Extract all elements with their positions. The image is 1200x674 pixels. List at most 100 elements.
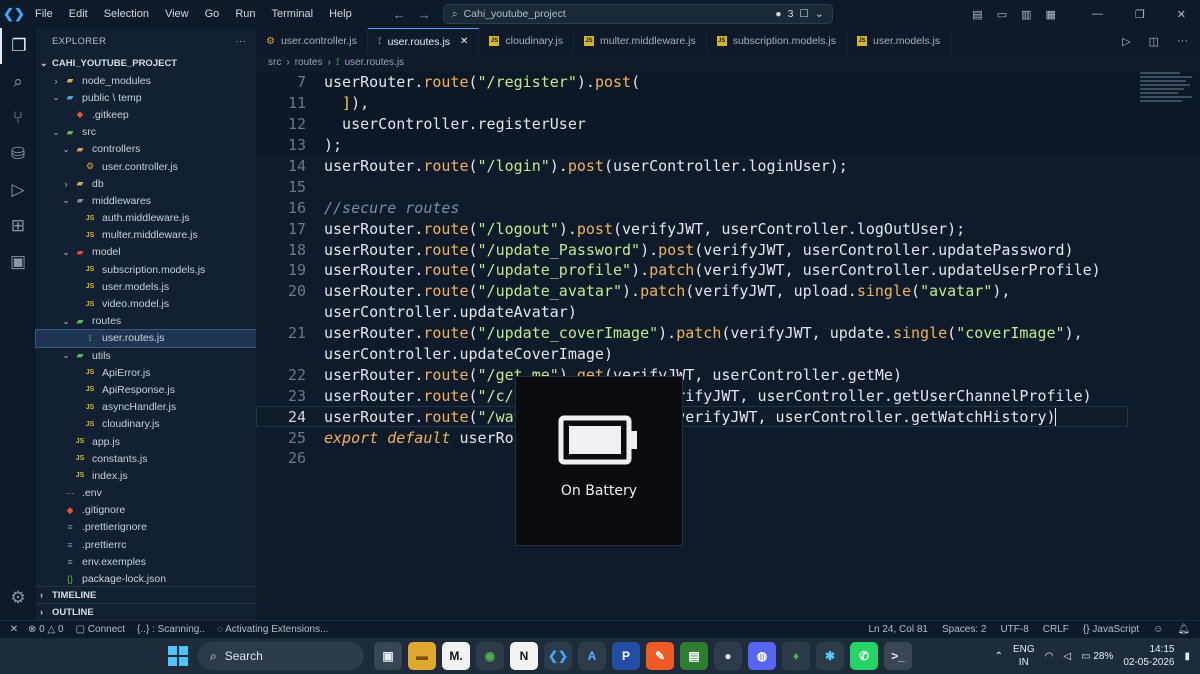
- terminal-icon[interactable]: >_: [884, 642, 912, 670]
- remote-explorer-icon[interactable]: ▣: [0, 244, 36, 280]
- menu-item-file[interactable]: File: [28, 0, 60, 28]
- terminal-green-icon[interactable]: ▤: [680, 642, 708, 670]
- tree-item[interactable]: JS video.model.js: [36, 295, 256, 312]
- wifi-icon[interactable]: ◠: [1045, 651, 1054, 662]
- code-line[interactable]: 18 userRouter.route("/update_Password").p…: [256, 239, 1200, 260]
- tab-user-routes-js[interactable]: ⟟ user.routes.js ✕: [367, 28, 480, 54]
- code-line[interactable]: 11 ]),: [256, 92, 1200, 114]
- battery-status[interactable]: ▭ 28%: [1081, 651, 1113, 662]
- more-actions-icon[interactable]: ···: [236, 36, 246, 47]
- tree-item[interactable]: JS ApiResponse.js: [36, 381, 256, 398]
- mongodb-icon[interactable]: ♦: [782, 642, 810, 670]
- github-icon[interactable]: ●: [714, 642, 742, 670]
- search-icon[interactable]: ⌕: [0, 64, 36, 100]
- code-line[interactable]: 16 //secure routes: [256, 197, 1200, 218]
- app-k-icon[interactable]: ✱: [816, 642, 844, 670]
- tree-item[interactable]: › ▰ db: [36, 175, 256, 192]
- tree-item[interactable]: ◆ .gitkeep: [36, 106, 256, 123]
- code-line[interactable]: 23userRouter.route("/c/:username").get(v…: [256, 385, 1200, 406]
- source-control-icon[interactable]: ⑂: [0, 100, 36, 136]
- code-line[interactable]: 20 userRouter.route("/update_avatar").pat…: [256, 281, 1200, 302]
- tree-item[interactable]: JS constants.js: [36, 450, 256, 467]
- restore-icon[interactable]: ❐: [1135, 8, 1145, 21]
- taskbar-search[interactable]: ⌕ Search: [198, 642, 364, 670]
- tree-item[interactable]: ⌄ ▰ utils: [36, 347, 256, 364]
- notification-center-icon[interactable]: ▮: [1184, 651, 1190, 662]
- menu-item-terminal[interactable]: Terminal: [265, 0, 321, 28]
- tree-item[interactable]: JS index.js: [36, 467, 256, 484]
- menu-item-view[interactable]: View: [158, 0, 196, 28]
- whatsapp-icon[interactable]: ✆: [850, 642, 878, 670]
- code-line[interactable]: 24userRouter.route("/watch_history").get…: [256, 406, 1128, 428]
- medium-icon[interactable]: M.: [442, 642, 470, 670]
- more-actions-icon[interactable]: ···: [1177, 35, 1188, 47]
- project-root[interactable]: ⌄ CAHI_YOUTUBE_PROJECT: [36, 54, 256, 72]
- code-line[interactable]: 17 userRouter.route("/logout").post(verif…: [256, 218, 1200, 239]
- language-mode[interactable]: {} JavaScript: [1083, 624, 1139, 635]
- file-explorer-icon[interactable]: ▬: [408, 642, 436, 670]
- postman-icon[interactable]: ✎: [646, 642, 674, 670]
- customize-layout-icon[interactable]: ▦: [1046, 8, 1056, 21]
- menu-item-edit[interactable]: Edit: [62, 0, 95, 28]
- chrome-icon[interactable]: ◉: [476, 642, 504, 670]
- line-ending[interactable]: CRLF: [1043, 624, 1069, 635]
- tree-item[interactable]: JS ApiError.js: [36, 364, 256, 381]
- breadcrumb-item[interactable]: routes: [295, 57, 323, 68]
- clock[interactable]: 14:15 02-05-2026: [1123, 643, 1174, 669]
- explorer-icon[interactable]: ❐: [0, 28, 36, 64]
- cursor-position[interactable]: Ln 24, Col 81: [868, 624, 928, 635]
- tree-item[interactable]: ⚙ user.controller.js: [36, 158, 256, 175]
- scanning-status[interactable]: {..} : Scanning..: [137, 624, 205, 635]
- code-line[interactable]: 21 userRouter.route("/update_coverImage")…: [256, 323, 1200, 344]
- tab-user-controller-js[interactable]: ⚙ user.controller.js: [256, 28, 368, 54]
- tab-subscription-models-js[interactable]: JS subscription.models.js: [707, 28, 848, 54]
- code-line[interactable]: userController.updateCoverImage): [256, 344, 1200, 365]
- app-p-icon[interactable]: P: [612, 642, 640, 670]
- task-view-icon[interactable]: ▣: [374, 642, 402, 670]
- notifications-bell-icon[interactable]: 🔔︎: [1177, 624, 1190, 635]
- vscode-icon[interactable]: ❮❯: [544, 642, 572, 670]
- remote-icon[interactable]: ✕: [0, 624, 28, 635]
- extensions-icon[interactable]: ⊞: [0, 208, 36, 244]
- windows-start-icon[interactable]: [168, 646, 188, 666]
- tree-item[interactable]: ⌄ ▰ controllers: [36, 141, 256, 158]
- tree-item[interactable]: ⌄ ▰ middlewares: [36, 192, 256, 209]
- layout-sidebar-icon[interactable]: ▤: [972, 8, 982, 21]
- forward-arrow-icon[interactable]: →: [418, 7, 431, 22]
- tree-item[interactable]: ⌄ ▰ public \ temp: [36, 89, 256, 106]
- layout-secondary-icon[interactable]: ▥: [1021, 8, 1031, 21]
- tree-item[interactable]: ≡ env.exemples: [36, 553, 256, 570]
- code-line[interactable]: 26: [256, 448, 1200, 469]
- breadcrumb-item[interactable]: src: [268, 57, 281, 68]
- connect-status[interactable]: ▢ Connect: [76, 624, 125, 635]
- settings-gear-icon[interactable]: ⚙: [0, 580, 36, 616]
- tree-item[interactable]: › ▰ node_modules: [36, 72, 256, 89]
- run-debug-icon[interactable]: ▷: [0, 172, 36, 208]
- tree-item[interactable]: JS multer.middleware.js: [36, 227, 256, 244]
- tab-multer-middleware-js[interactable]: JS multer.middleware.js: [574, 28, 707, 54]
- tree-item[interactable]: ≡ .prettierrc: [36, 536, 256, 553]
- tree-item[interactable]: JS subscription.models.js: [36, 261, 256, 278]
- breadcrumb-item[interactable]: user.routes.js: [345, 57, 404, 68]
- code-line[interactable]: 7 userRouter.route("/register").post(: [256, 72, 1200, 93]
- tree-item[interactable]: ⌄ ▰ src: [36, 124, 256, 141]
- command-center-search[interactable]: ⌕ Cahi_youtube_project ● 3 ☐ ⌄: [442, 4, 833, 24]
- code-line[interactable]: 22 userRouter.route("/get_me").get(verify…: [256, 364, 1200, 385]
- tree-item[interactable]: JS app.js: [36, 433, 256, 450]
- notion-icon[interactable]: N: [510, 642, 538, 670]
- tab-user-models-js[interactable]: JS user.models.js: [847, 28, 952, 54]
- tree-item[interactable]: JS user.models.js: [36, 278, 256, 295]
- close-icon[interactable]: ✕: [1177, 8, 1186, 21]
- copilot-badge[interactable]: ● 3 ☐ ⌄: [775, 8, 823, 20]
- tree-item[interactable]: JS cloudinary.js: [36, 416, 256, 433]
- copilot-icon[interactable]: ☺: [1153, 624, 1163, 635]
- encoding[interactable]: UTF-8: [1000, 624, 1028, 635]
- menu-item-help[interactable]: Help: [322, 0, 359, 28]
- split-editor-icon[interactable]: ◫: [1149, 35, 1159, 48]
- menu-item-selection[interactable]: Selection: [97, 0, 156, 28]
- code-line[interactable]: 19 userRouter.route("/update_profile").pa…: [256, 260, 1200, 281]
- code-editor[interactable]: 7 userRouter.route("/register").post(11 ]…: [256, 72, 1200, 469]
- tree-item[interactable]: ⟟ user.routes.js: [35, 328, 257, 349]
- run-icon[interactable]: ▷: [1122, 35, 1130, 48]
- timeline-section[interactable]: › TIMELINE: [36, 586, 256, 603]
